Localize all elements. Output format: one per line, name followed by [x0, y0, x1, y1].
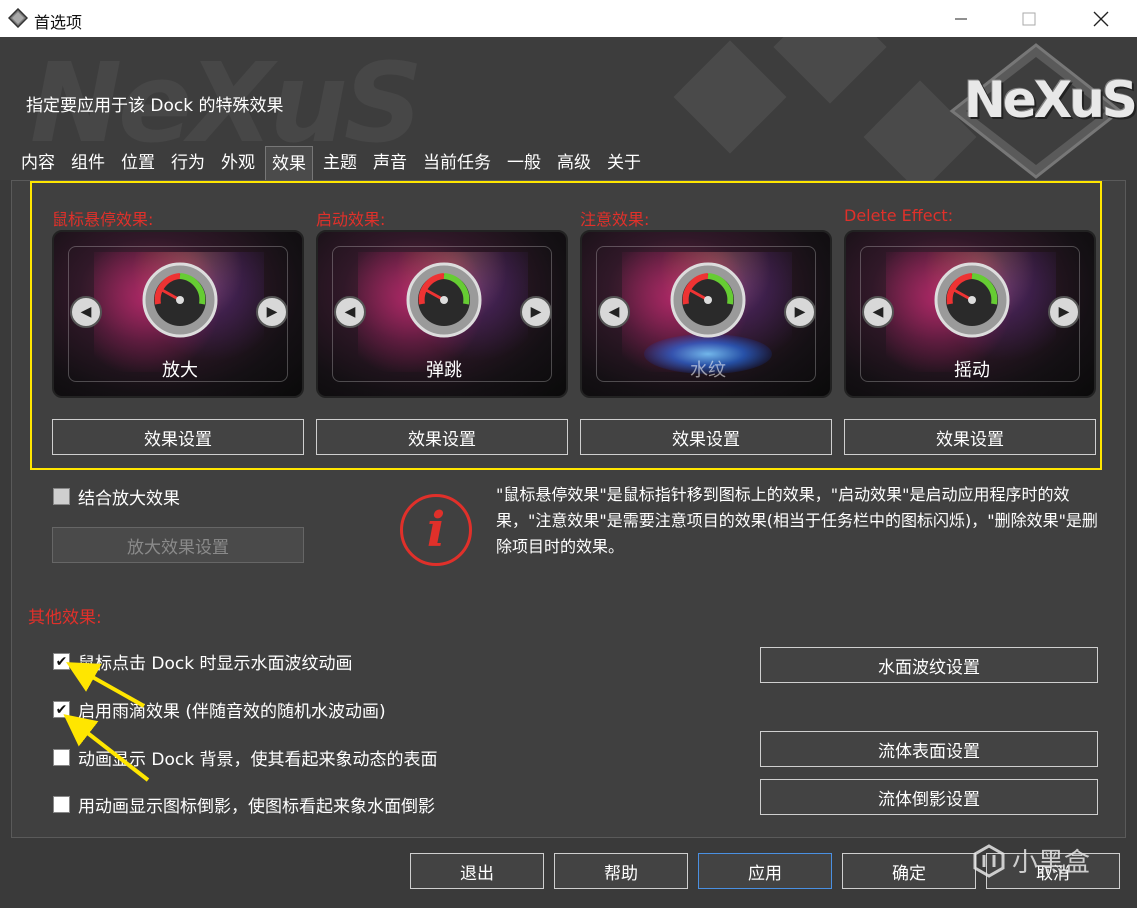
effect-preview-name: 摇动 — [954, 360, 990, 381]
chevron-left-icon: ◀ — [608, 304, 620, 320]
chevron-left-icon: ◀ — [344, 304, 356, 320]
animate-reflection-option[interactable]: 用动画显示图标倒影，使图标看起来象水面倒影 — [53, 792, 435, 817]
effect-preview-name: 放大 — [162, 360, 198, 381]
prev-effect-button[interactable]: ◀ — [862, 296, 894, 328]
gauge-icon — [142, 262, 218, 338]
fluid-surface-settings-button[interactable]: 流体表面设置 — [760, 731, 1098, 767]
effect-preview-name: 水纹 — [690, 360, 726, 381]
minimize-icon — [955, 18, 967, 19]
tab-general[interactable]: 一般 — [501, 146, 547, 180]
effect-label: 启动效果: — [316, 210, 386, 229]
ripple-settings-button[interactable]: 水面波纹设置 — [760, 647, 1098, 683]
next-effect-button[interactable]: ▶ — [784, 296, 816, 328]
hover-effect-settings-button[interactable]: 效果设置 — [52, 419, 304, 455]
other-effects-title: 其他效果: — [28, 608, 102, 628]
combine-zoom-checkbox[interactable] — [53, 488, 70, 505]
prev-effect-button[interactable]: ◀ — [598, 296, 630, 328]
gauge-icon — [670, 262, 746, 338]
chevron-right-icon: ▶ — [1058, 304, 1070, 320]
tab-theme[interactable]: 主题 — [317, 146, 363, 180]
attention-effect-settings-button[interactable]: 效果设置 — [580, 419, 832, 455]
decor-diamond — [773, 37, 887, 104]
apply-button[interactable]: 应用 — [698, 853, 832, 889]
maximize-icon — [1022, 12, 1036, 25]
chevron-right-icon: ▶ — [530, 304, 542, 320]
next-effect-button[interactable]: ▶ — [256, 296, 288, 328]
prev-effect-button[interactable]: ◀ — [70, 296, 102, 328]
info-icon: i — [400, 494, 472, 566]
decor-diamond — [673, 40, 787, 154]
tab-effects[interactable]: 效果 — [265, 146, 313, 181]
delete-effect-settings-button[interactable]: 效果设置 — [844, 419, 1096, 455]
combine-zoom-option[interactable]: 结合放大效果 — [53, 484, 180, 509]
app-diamond-icon — [8, 8, 28, 28]
nexus-logo: NeXuS — [930, 37, 1137, 180]
tab-components[interactable]: 组件 — [65, 146, 111, 180]
tab-position[interactable]: 位置 — [115, 146, 161, 180]
maximize-button[interactable] — [1006, 0, 1052, 37]
gauge-icon — [934, 262, 1010, 338]
effect-hover: 鼠标悬停效果: ◀ ▶ 放大 — [52, 206, 304, 398]
exit-button[interactable]: 退出 — [410, 853, 544, 889]
effect-preview: ◀ ▶ 放大 — [52, 230, 304, 398]
effect-preview: ◀ ▶ 水纹 — [580, 230, 832, 398]
logo-text: NeXuS — [964, 71, 1137, 129]
effect-attention: 注意效果: ◀ ▶ 水纹 — [580, 206, 832, 398]
effect-label: Delete Effect: — [844, 206, 954, 225]
tab-advanced[interactable]: 高级 — [551, 146, 597, 180]
tab-content[interactable]: 内容 — [15, 146, 61, 180]
xiaoheihe-watermark: 小黑盒 — [972, 842, 1090, 879]
window-title: 首选项 — [34, 13, 83, 32]
chevron-left-icon: ◀ — [872, 304, 884, 320]
info-text: "鼠标悬停效果"是鼠标指针移到图标上的效果，"启动效果"是启动应用程序时的效果，… — [496, 485, 1098, 556]
effect-preview: ◀ ▶ 摇动 — [844, 230, 1096, 398]
gauge-icon — [406, 262, 482, 338]
tab-appearance[interactable]: 外观 — [215, 146, 261, 180]
chevron-left-icon: ◀ — [80, 304, 92, 320]
effect-label: 注意效果: — [580, 210, 650, 229]
chevron-right-icon: ▶ — [266, 304, 278, 320]
title-bar: 首选项 — [0, 0, 1137, 38]
animate-reflection-label: 用动画显示图标倒影，使图标看起来象水面倒影 — [78, 797, 435, 817]
help-button[interactable]: 帮助 — [554, 853, 688, 889]
combine-zoom-label: 结合放大效果 — [78, 489, 180, 509]
tab-bar: 内容 组件 位置 行为 外观 效果 主题 声音 当前任务 一般 高级 关于 — [15, 146, 651, 181]
fluid-reflection-settings-button[interactable]: 流体倒影设置 — [760, 779, 1098, 815]
xiaoheihe-logo-icon — [973, 843, 1005, 878]
tab-behavior[interactable]: 行为 — [165, 146, 211, 180]
next-effect-button[interactable]: ▶ — [520, 296, 552, 328]
tab-sound[interactable]: 声音 — [367, 146, 413, 180]
close-button[interactable] — [1078, 0, 1124, 37]
header-description: 指定要应用于该 Dock 的特殊效果 — [26, 96, 284, 116]
tab-about[interactable]: 关于 — [601, 146, 647, 180]
annotation-arrows — [63, 662, 150, 782]
effect-preview: ◀ ▶ 弹跳 — [316, 230, 568, 398]
effect-delete: Delete Effect: ◀ ▶ 摇动 — [844, 206, 1096, 398]
effect-preview-name: 弹跳 — [426, 360, 462, 381]
zoom-settings-button: 放大效果设置 — [52, 527, 304, 563]
prev-effect-button[interactable]: ◀ — [334, 296, 366, 328]
next-effect-button[interactable]: ▶ — [1048, 296, 1080, 328]
effect-launch: 启动效果: ◀ ▶ 弹跳 — [316, 206, 568, 398]
launch-effect-settings-button[interactable]: 效果设置 — [316, 419, 568, 455]
preferences-window: 首选项 NeXuS 指定要应用于该 Dock 的特殊效果 NeXuS 内容 组件… — [0, 0, 1137, 908]
close-icon — [1093, 11, 1109, 26]
chevron-right-icon: ▶ — [794, 304, 806, 320]
animate-reflection-checkbox[interactable] — [53, 796, 70, 813]
ok-button[interactable]: 确定 — [842, 853, 976, 889]
tab-current-tasks[interactable]: 当前任务 — [417, 146, 497, 180]
effect-label: 鼠标悬停效果: — [52, 210, 154, 229]
xiaoheihe-text: 小黑盒 — [1012, 848, 1091, 878]
minimize-button[interactable] — [938, 0, 984, 37]
